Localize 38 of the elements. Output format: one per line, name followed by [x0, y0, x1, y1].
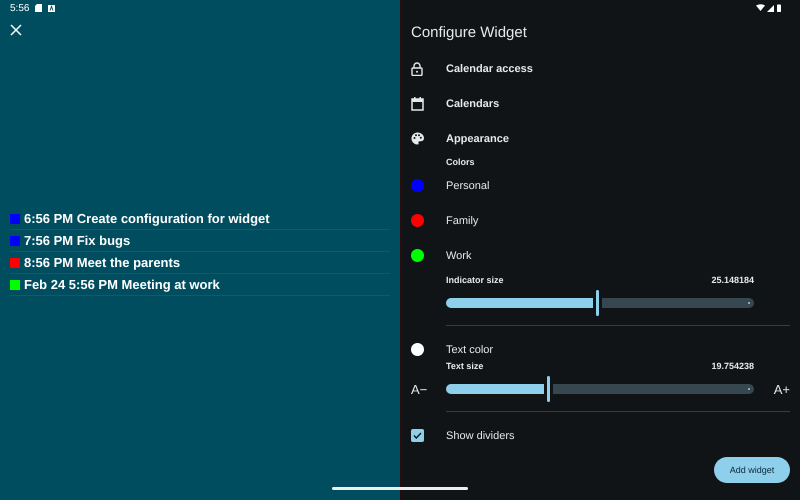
slider-track[interactable] [446, 290, 754, 316]
slider-thumb[interactable] [546, 376, 550, 402]
event-text: 6:56 PM Create configuration for widget [24, 211, 270, 226]
color-label[interactable]: Text color [446, 344, 494, 356]
color-label[interactable]: Personal [446, 180, 490, 192]
color-dot[interactable] [411, 214, 424, 227]
color-dot[interactable] [411, 249, 424, 262]
lock-icon [411, 62, 423, 76]
slider-label: Indicator size [446, 275, 504, 285]
status-icons-drawing [756, 4, 784, 12]
slider-value: 25.148184 [711, 275, 754, 285]
section-label[interactable]: Calendars [446, 98, 500, 110]
event-text: Feb 24 5:56 PM Meeting at work [24, 277, 220, 292]
panel-title: Configure Widget [411, 22, 528, 42]
sd-card-icon [35, 4, 42, 12]
section-label[interactable]: Calendar access [446, 62, 533, 74]
event-text: 8:56 PM Meet the parents [24, 255, 180, 270]
increase-text-label[interactable]: A+ [774, 382, 790, 396]
add-widget-button[interactable]: Add widget [714, 457, 790, 483]
checkbox-label[interactable]: Show dividers [446, 430, 514, 442]
color-label[interactable]: Work [446, 250, 472, 262]
color-label[interactable]: Family [446, 214, 478, 226]
checkbox[interactable] [411, 429, 424, 442]
slider-thumb[interactable] [596, 290, 599, 316]
close-icon[interactable] [10, 24, 22, 36]
slider-value: 19.754238 [711, 361, 754, 371]
color-dot[interactable] [411, 343, 424, 356]
slider-track[interactable] [446, 376, 754, 402]
palette-icon [411, 132, 424, 145]
slider-label: Text size [446, 361, 484, 371]
calendar-icon [411, 96, 424, 110]
color-dot[interactable] [411, 179, 424, 192]
status-time: 5:56 [10, 2, 30, 14]
notification-icon [48, 4, 56, 12]
decrease-text-label[interactable]: A− [411, 382, 446, 396]
event-text: 7:56 PM Fix bugs [24, 233, 130, 248]
colors-heading: Colors [446, 157, 475, 167]
section-label[interactable]: Appearance [446, 132, 509, 144]
